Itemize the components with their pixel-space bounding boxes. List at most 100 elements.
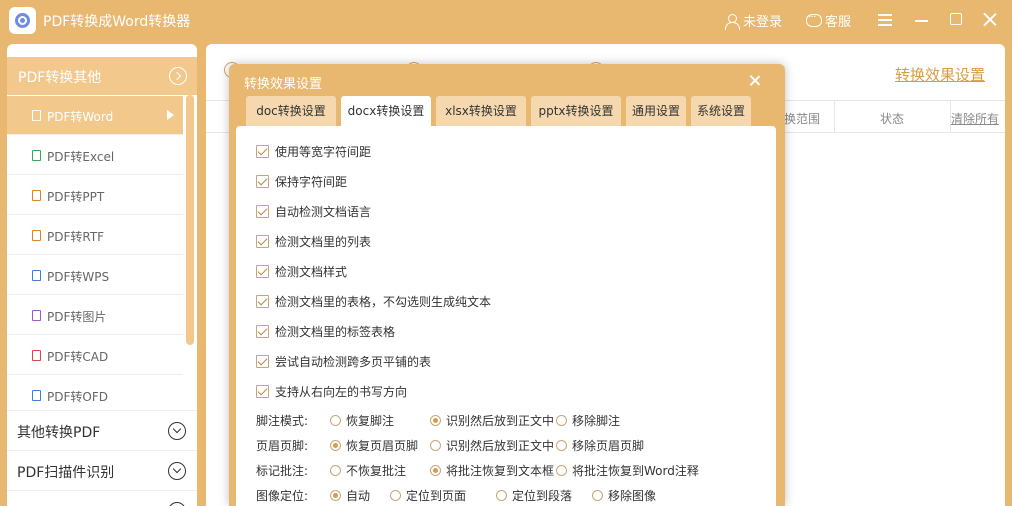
dialog-tab[interactable]: pptx转换设置 (531, 96, 621, 126)
radio-option[interactable]: 定位到段落 (496, 487, 572, 504)
option-checkbox[interactable]: 尝试自动检测跨多页平铺的表 (256, 353, 431, 369)
radio-option[interactable]: 定位到页面 (390, 487, 466, 504)
sidebar-item[interactable]: PDF转Word (7, 96, 183, 135)
checkbox-checked-icon[interactable] (256, 234, 269, 248)
option-checkbox[interactable]: 检测文档里的表格，不勾选则生成纯文本 (256, 293, 491, 309)
close-icon[interactable] (747, 73, 763, 89)
radio-option[interactable]: 识别然后放到正文中 (430, 412, 554, 429)
maximize-icon[interactable] (946, 10, 966, 30)
sidebar-item[interactable]: PDF转RTF (7, 216, 183, 255)
option-checkbox[interactable]: 使用等宽字符间距 (256, 143, 371, 159)
clear-all-link[interactable]: 清除所有 (951, 110, 999, 127)
radio-option[interactable]: 恢复脚注 (330, 412, 394, 429)
radio-icon[interactable] (430, 440, 441, 451)
radio-icon[interactable] (330, 415, 341, 426)
settings-dialog: 转换效果设置 doc转换设置 docx转换设置 xlsx转换设置 pptx转换设置 通用… (229, 64, 785, 506)
checkbox-label: 检测文档里的列表 (275, 234, 372, 249)
sidebar-scrollbar[interactable] (186, 95, 194, 345)
sidebar-item[interactable]: PDF转CAD (7, 336, 183, 375)
sidebar-item-label: PDF转图片 (47, 310, 107, 324)
checkbox-checked-icon[interactable] (256, 354, 269, 368)
radio-label: 自动 (346, 489, 371, 503)
option-checkbox[interactable]: 检测文档里的标签表格 (256, 323, 395, 339)
option-checkbox[interactable]: 检测文档里的列表 (256, 233, 371, 249)
menu-icon[interactable] (876, 10, 896, 30)
dialog-tab[interactable]: doc转换设置 (246, 96, 336, 126)
sidebar-group-other-to-pdf[interactable]: 其他转换PDF (7, 410, 197, 450)
sidebar-item[interactable]: PDF转PPT (7, 176, 183, 215)
checkbox-checked-icon[interactable] (256, 174, 269, 188)
radio-selected-icon[interactable] (430, 415, 441, 426)
radio-option[interactable]: 自动 (330, 487, 370, 504)
radio-icon[interactable] (496, 490, 507, 501)
sidebar-item[interactable]: PDF转Excel (7, 136, 183, 175)
checkbox-label: 尝试自动检测跨多页平铺的表 (275, 354, 432, 369)
file-icon (32, 190, 41, 201)
sidebar-group-scan-ocr[interactable]: PDF扫描件识别 (7, 450, 197, 490)
play-arrow-icon (167, 110, 174, 120)
radio-label: 识别然后放到正文中 (446, 414, 555, 428)
sidebar-item[interactable]: PDF转图片 (7, 296, 183, 335)
option-checkbox[interactable]: 自动检测文档语言 (256, 203, 371, 219)
radio-label: 移除脚注 (572, 414, 621, 428)
checkbox-checked-icon[interactable] (256, 144, 269, 158)
file-icon (32, 270, 41, 281)
checkbox-label: 自动检测文档语言 (275, 204, 372, 219)
radio-option[interactable]: 将批注恢复到文本框 (430, 462, 554, 479)
radio-option[interactable]: 不恢复批注 (330, 462, 406, 479)
dialog-body: 使用等宽字符间距 保持字符间距自动检测文档语言 检测文档里的列表检测文档样式检测文档… (236, 126, 776, 506)
radio-selected-icon[interactable] (330, 440, 341, 451)
radio-icon[interactable] (556, 415, 567, 426)
radio-label: 不恢复批注 (346, 464, 407, 478)
radio-option[interactable]: 识别然后放到正文中 (430, 437, 554, 454)
checkbox-checked-icon[interactable] (256, 324, 269, 338)
file-icon (32, 310, 41, 321)
chevron-down-icon (168, 502, 186, 506)
close-window-icon[interactable] (980, 10, 1000, 30)
option-group-label: 脚注模式: (256, 414, 309, 428)
radio-icon[interactable] (330, 465, 341, 476)
option-checkbox[interactable]: 支持从右向左的书写方向 (256, 383, 407, 399)
radio-option[interactable]: 将批注恢复到Word注释 (556, 462, 699, 479)
chat-icon (806, 10, 822, 29)
conversion-settings-link[interactable]: 转换效果设置 (895, 64, 985, 85)
radio-label: 识别然后放到正文中 (446, 439, 555, 453)
radio-icon[interactable] (592, 490, 603, 501)
dialog-tab[interactable]: 通用设置 (626, 96, 686, 126)
minimize-icon[interactable] (912, 10, 932, 30)
radio-selected-icon[interactable] (330, 490, 341, 501)
radio-icon[interactable] (390, 490, 401, 501)
file-icon (32, 390, 41, 401)
radio-option[interactable]: 移除脚注 (556, 412, 620, 429)
dialog-tab[interactable]: 系统设置 (691, 96, 751, 126)
sidebar-group-pdf-to-other[interactable]: PDF转换其他 (7, 57, 197, 95)
radio-label: 移除图像 (608, 489, 657, 503)
sidebar-item[interactable]: PDF转WPS (7, 256, 183, 295)
file-icon (32, 230, 41, 241)
checkbox-checked-icon[interactable] (256, 294, 269, 308)
file-icon (32, 150, 41, 161)
service-button[interactable]: 客服 (806, 10, 851, 30)
radio-icon[interactable] (556, 465, 567, 476)
dialog-tab[interactable]: xlsx转换设置 (436, 96, 526, 126)
login-label: 未登录 (743, 15, 783, 30)
sidebar-group-more[interactable] (7, 490, 197, 506)
radio-option[interactable]: 恢复页眉页脚 (330, 437, 418, 454)
option-checkbox[interactable]: 检测文档样式 (256, 263, 347, 279)
sidebar-item-label: PDF转WPS (47, 270, 110, 284)
checkbox-checked-icon[interactable] (256, 264, 269, 278)
app-logo-icon (9, 7, 36, 34)
option-checkbox[interactable]: 保持字符间距 (256, 173, 347, 189)
sidebar-item-label: PDF转PPT (47, 190, 105, 204)
radio-icon[interactable] (556, 440, 567, 451)
radio-selected-icon[interactable] (430, 465, 441, 476)
dialog-tab[interactable]: docx转换设置 (341, 96, 431, 128)
radio-label: 将批注恢复到Word注释 (572, 464, 699, 478)
login-button[interactable]: 未登录 (724, 11, 782, 30)
checkbox-checked-icon[interactable] (256, 204, 269, 218)
option-group-label: 标记批注: (256, 464, 309, 478)
sidebar-group-label: PDF扫描件识别 (17, 465, 115, 481)
checkbox-checked-icon[interactable] (256, 384, 269, 398)
radio-option[interactable]: 移除页眉页脚 (556, 437, 644, 454)
radio-option[interactable]: 移除图像 (592, 487, 656, 504)
